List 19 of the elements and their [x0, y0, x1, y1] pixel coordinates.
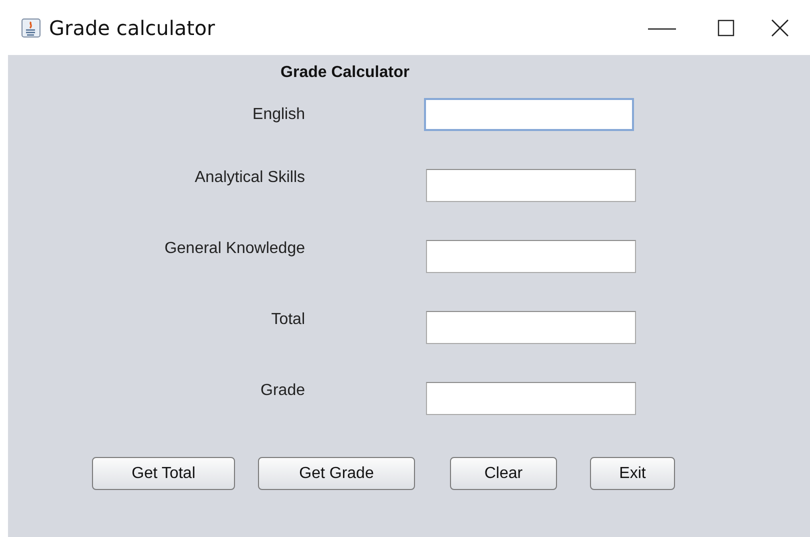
input-field[interactable]: [426, 311, 636, 344]
field-label: Analytical Skills: [194, 169, 305, 187]
field-label: General Knowledge: [163, 240, 305, 258]
action-button[interactable]: Get Total: [92, 457, 235, 490]
input-field[interactable]: [426, 382, 636, 415]
input-field[interactable]: [424, 98, 634, 131]
maximize-icon[interactable]: [716, 18, 736, 38]
form-heading: Grade Calculator: [280, 64, 410, 82]
app-icon: [21, 18, 41, 38]
action-button[interactable]: Exit: [590, 457, 675, 490]
close-icon[interactable]: [770, 18, 790, 38]
field-label: Grade: [260, 382, 305, 400]
action-button[interactable]: Clear: [450, 457, 557, 490]
input-field[interactable]: [426, 169, 636, 202]
field-label: English: [252, 106, 305, 124]
action-button[interactable]: Get Grade: [258, 457, 415, 490]
window-title: Grade calculator: [49, 16, 215, 40]
field-label: Total: [270, 311, 305, 329]
input-field[interactable]: [426, 240, 636, 273]
